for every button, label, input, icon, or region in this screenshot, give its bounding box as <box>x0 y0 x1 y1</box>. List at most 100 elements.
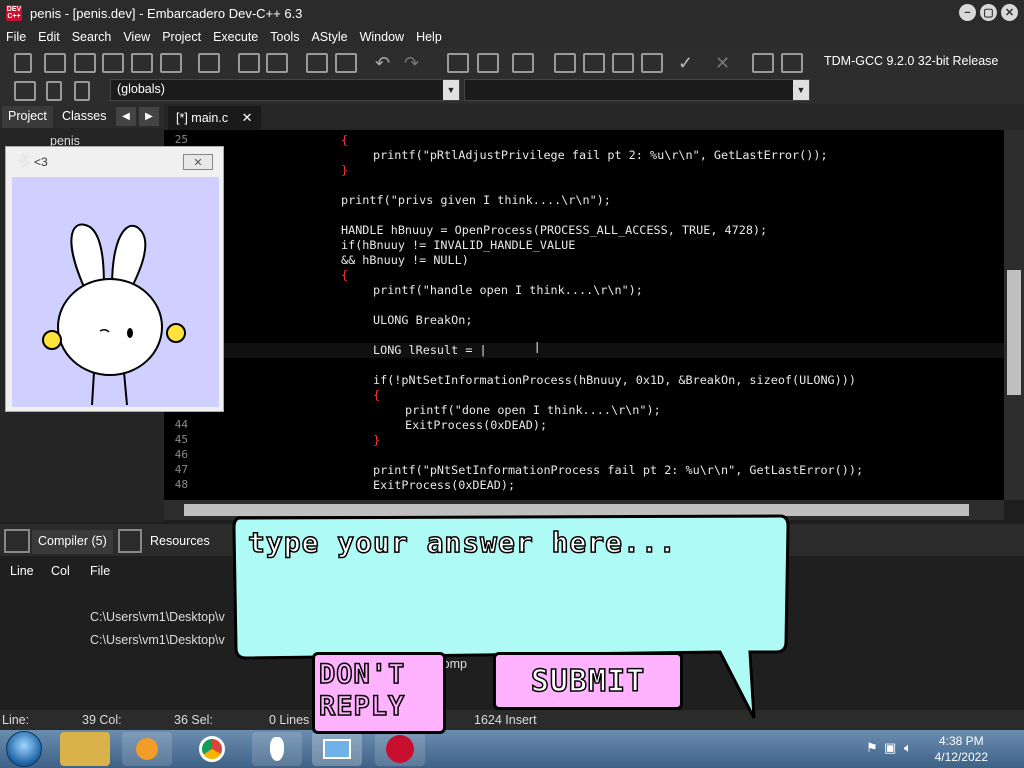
line-number: 48 <box>174 478 188 491</box>
stop-icon[interactable]: ✕ <box>715 53 737 73</box>
code-line: { <box>341 133 349 147</box>
remove-from-project-icon[interactable] <box>477 53 499 73</box>
menu-view[interactable]: View <box>117 30 156 44</box>
code-line: if(hBnuuy != INVALID_HANDLE_VALUE <box>341 238 576 252</box>
run-icon[interactable] <box>583 53 605 73</box>
menu-window[interactable]: Window <box>354 30 410 44</box>
explorer-icon[interactable] <box>60 732 110 766</box>
scroll-thumb[interactable] <box>1007 270 1021 395</box>
minimize-button[interactable]: − <box>959 4 976 21</box>
menu-file[interactable]: File <box>0 30 32 44</box>
find-icon[interactable] <box>238 53 260 73</box>
code-line: ExitProcess(0xDEAD); <box>373 478 516 492</box>
devcpp-taskbar-icon[interactable] <box>375 732 425 766</box>
code-line: LONG lResult = | <box>373 343 487 357</box>
media-player-icon[interactable] <box>122 732 172 766</box>
compiler-select-value: TDM-GCC 9.2.0 32-bit Release <box>824 54 999 68</box>
chevron-down-icon: ▼ <box>443 80 459 100</box>
member-select[interactable]: ▼ <box>464 79 810 101</box>
bunny-popup-window[interactable]: 🐇︎ <3 ✕ <box>5 146 224 412</box>
menu-help[interactable]: Help <box>410 30 448 44</box>
code-line: { <box>341 268 349 282</box>
col-file[interactable]: File <box>90 564 110 578</box>
print-icon[interactable] <box>198 53 220 73</box>
menu-edit[interactable]: Edit <box>32 30 66 44</box>
answer-input[interactable]: type your answer here... <box>247 525 677 560</box>
save-icon[interactable] <box>74 53 96 73</box>
code-line: printf("done open I think....\r\n"); <box>405 403 661 417</box>
code-line: printf("handle open I think....\r\n"); <box>373 283 643 297</box>
menu-tools[interactable]: Tools <box>264 30 305 44</box>
menu-search[interactable]: Search <box>66 30 118 44</box>
bunny-app-icon[interactable] <box>252 732 302 766</box>
system-tray: ⚑ ▣ 🔈︎ 4:38 PM 4/12/2022 <box>854 730 1024 768</box>
tab-project[interactable]: Project <box>2 106 53 128</box>
new-file-icon[interactable] <box>14 53 32 73</box>
add-to-project-icon[interactable] <box>447 53 469 73</box>
compiler-select[interactable]: TDM-GCC 9.2.0 32-bit Release <box>818 52 1024 74</box>
redo-icon[interactable]: ↷ <box>404 53 426 73</box>
compile-run-icon[interactable] <box>612 53 634 73</box>
close-button[interactable]: ✕ <box>1001 4 1018 21</box>
line-number: 46 <box>174 448 188 461</box>
tab-main-c[interactable]: [*] main.c ✕ <box>168 106 261 130</box>
unindent-icon[interactable] <box>335 53 357 73</box>
flag-icon[interactable]: ⚑ <box>866 740 878 756</box>
left-panel-tabs: Project Classes ◀ ▶ <box>0 104 164 128</box>
line-number: 45 <box>174 433 188 446</box>
menu-project[interactable]: Project <box>156 30 207 44</box>
menu-execute[interactable]: Execute <box>207 30 264 44</box>
check-icon[interactable]: ✓ <box>678 53 700 73</box>
maximize-button[interactable]: ▢ <box>980 4 997 21</box>
tab-classes[interactable]: Classes <box>56 106 112 128</box>
col-line[interactable]: Line <box>10 564 34 578</box>
vertical-scrollbar[interactable] <box>1004 130 1024 500</box>
scroll-left-icon[interactable]: ◀ <box>116 107 136 126</box>
undo-icon[interactable]: ↶ <box>375 53 397 73</box>
submit-button[interactable]: SUBMIT <box>493 652 683 710</box>
indent-icon[interactable] <box>306 53 328 73</box>
window-title: penis - [penis.dev] - Embarcadero Dev-C+… <box>30 5 303 21</box>
tab-resources[interactable]: Resources <box>144 530 216 554</box>
col-col[interactable]: Col <box>51 564 70 578</box>
replace-icon[interactable] <box>266 53 288 73</box>
chrome-icon[interactable] <box>187 732 237 766</box>
close-tab-icon[interactable]: ✕ <box>242 110 253 125</box>
popup-title: <3 <box>34 155 48 169</box>
bookmark-icon[interactable] <box>46 81 62 101</box>
class-browser-icon[interactable] <box>14 81 36 101</box>
bunny-window-icon: 🐇︎ <box>16 153 33 168</box>
start-button[interactable] <box>6 731 42 767</box>
code-line: { <box>373 388 381 402</box>
close-file-icon[interactable] <box>131 53 153 73</box>
popup-close-button[interactable]: ✕ <box>183 154 213 170</box>
tab-compiler[interactable]: Compiler (5) <box>32 530 113 554</box>
photo-viewer-icon[interactable] <box>312 732 362 766</box>
log-row-file[interactable]: C:\Users\vm1\Desktop\v <box>90 610 225 624</box>
line-number: 25 <box>174 133 188 146</box>
code-line: printf("privs given I think....\r\n"); <box>341 193 611 207</box>
clock[interactable]: 4:38 PM 4/12/2022 <box>935 733 988 765</box>
profile-icon[interactable] <box>752 53 774 73</box>
network-icon[interactable]: ▣ <box>884 740 896 756</box>
code-line: } <box>341 163 349 177</box>
secondary-toolbar: (globals) ▼ ▼ <box>0 78 1024 104</box>
compile-icon[interactable] <box>554 53 576 73</box>
rebuild-icon[interactable] <box>641 53 663 73</box>
volume-icon[interactable]: 🔈︎ <box>904 740 912 756</box>
menu-astyle[interactable]: AStyle <box>305 30 353 44</box>
close-all-icon[interactable] <box>160 53 182 73</box>
scope-select[interactable]: (globals) ▼ <box>110 79 460 101</box>
devcpp-icon: DEV C++ <box>6 5 22 21</box>
project-options-icon[interactable] <box>512 53 534 73</box>
save-all-icon[interactable] <box>102 53 124 73</box>
line-number: 47 <box>174 463 188 476</box>
title-bar: DEV C++ penis - [penis.dev] - Embarcader… <box>0 0 1024 26</box>
log-row-file[interactable]: C:\Users\vm1\Desktop\v <box>90 633 225 647</box>
goto-bookmark-icon[interactable] <box>74 81 90 101</box>
scroll-right-icon[interactable]: ▶ <box>139 107 159 126</box>
dont-reply-button[interactable]: DON'T REPLY <box>312 652 446 734</box>
delete-profile-icon[interactable] <box>781 53 803 73</box>
code-editor[interactable]: 25 44 45 46 47 48 { printf("pRtlAdjustPr… <box>164 130 1004 500</box>
open-folder-icon[interactable] <box>44 53 66 73</box>
